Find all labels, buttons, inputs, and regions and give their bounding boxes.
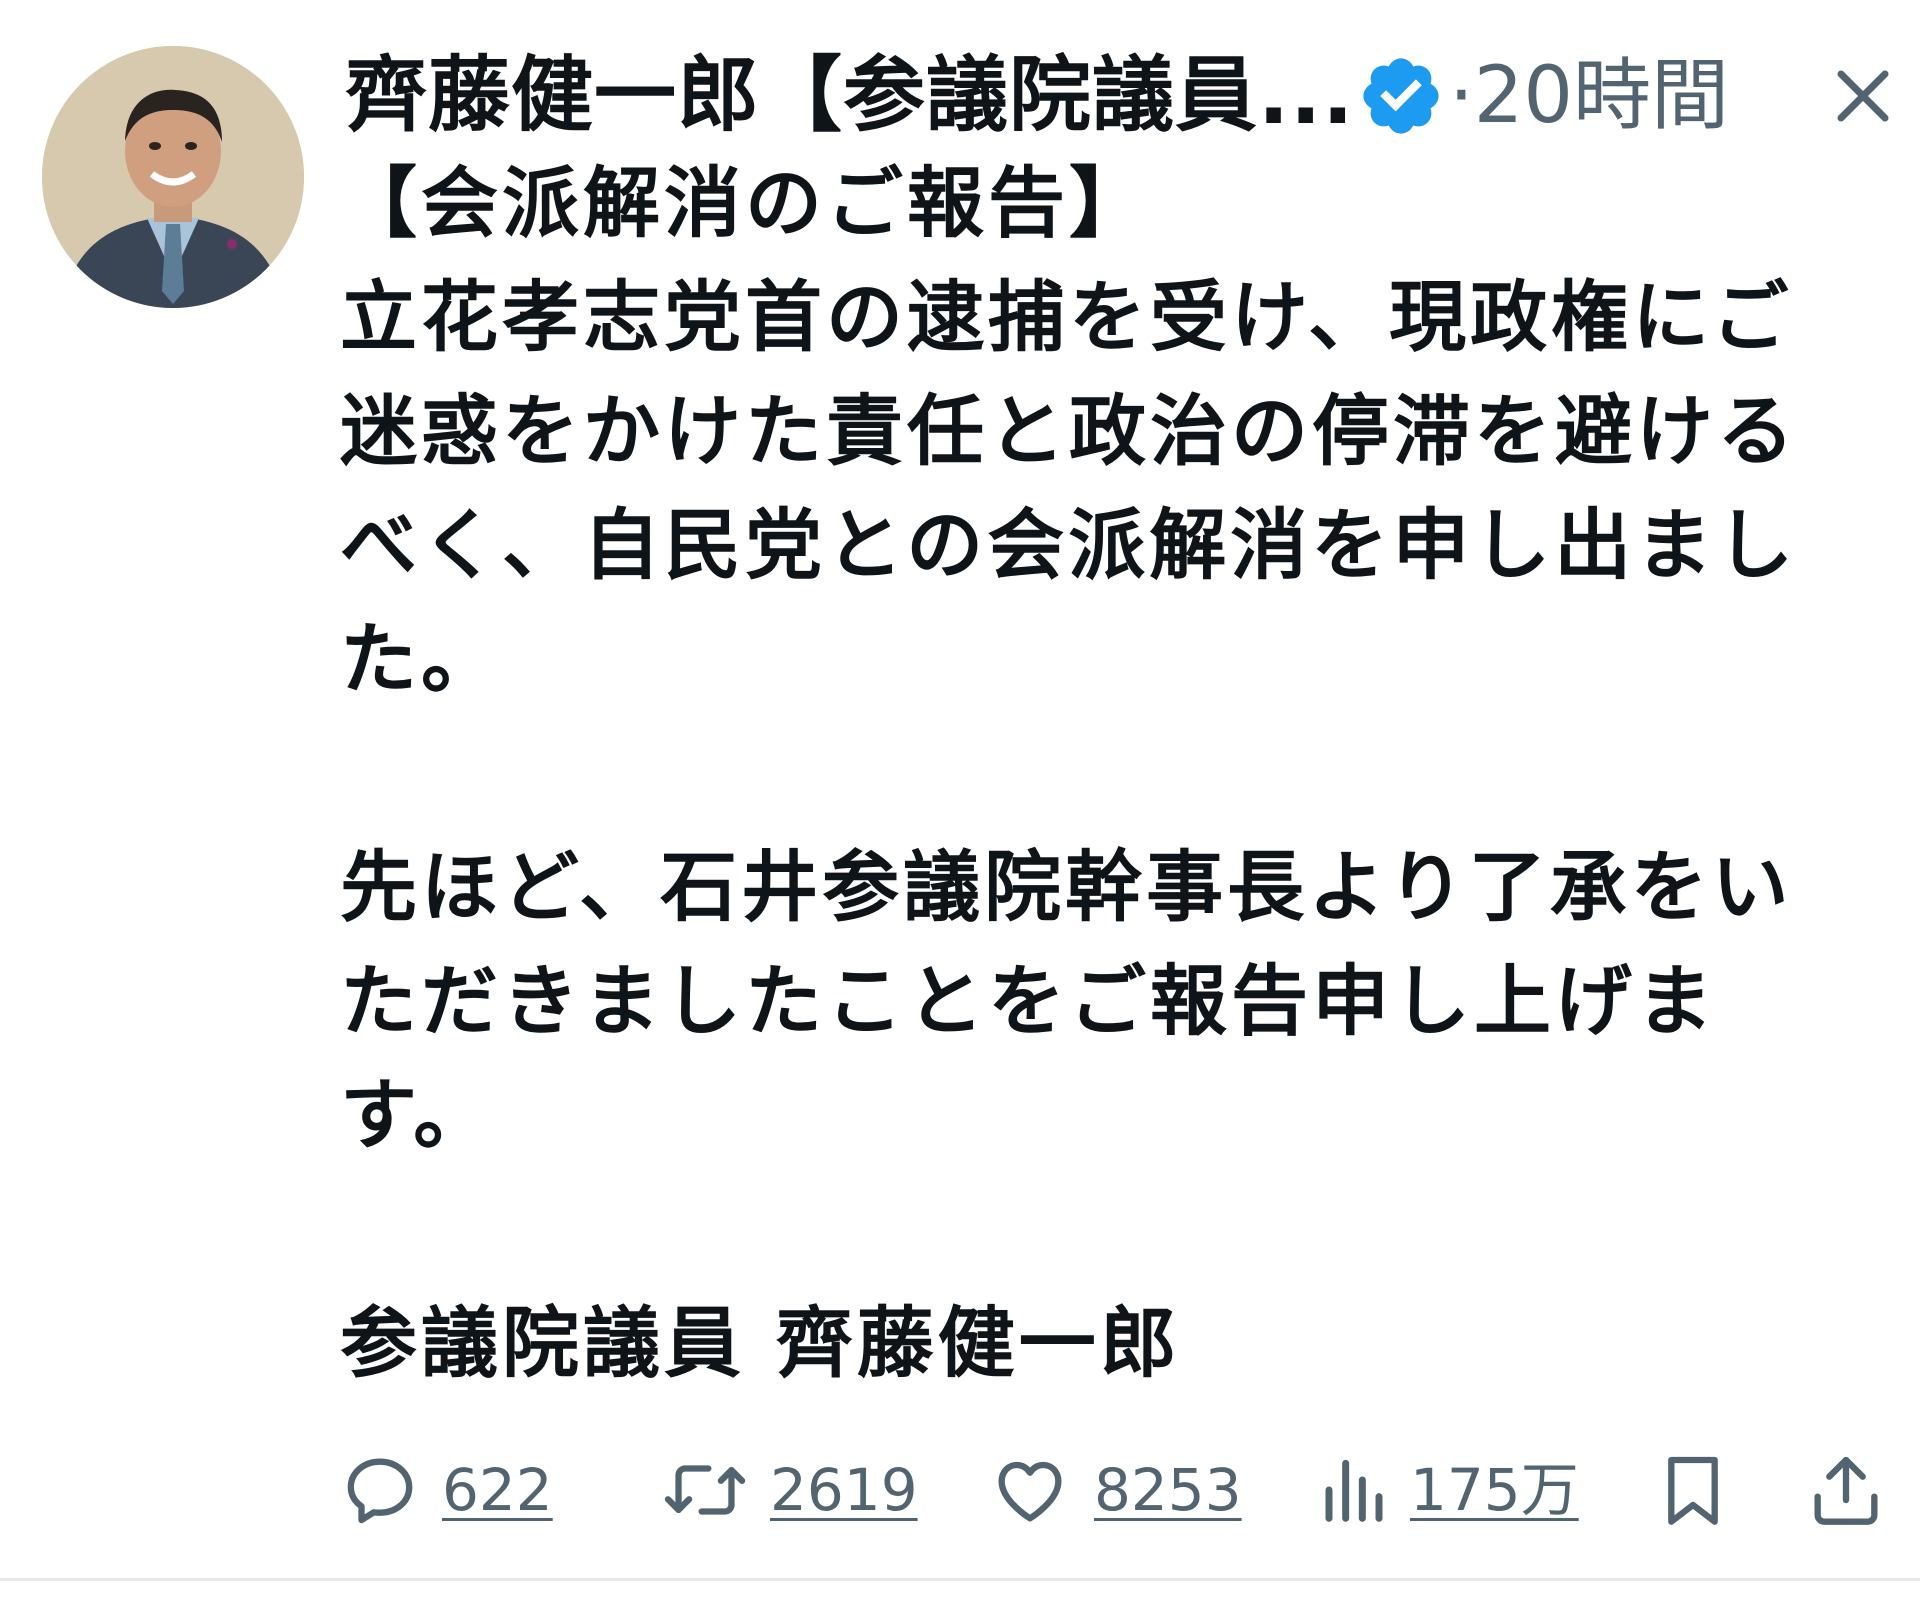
close-icon[interactable] [1823,56,1903,136]
tweet-text: 【会派解消のご報告】 立花孝志党首の逮捕を受け、現政権にご 迷惑をかけた責任と政… [340,160,1798,1389]
avatar-portrait-icon [42,46,304,308]
divider [0,1578,1920,1581]
bookmark-button[interactable] [1658,1440,1728,1540]
share-button[interactable] [1808,1440,1884,1540]
views-chart-icon [1325,1459,1383,1522]
like-count: 8253 [1094,1456,1242,1524]
share-icon [1814,1456,1878,1525]
retweet-count: 2619 [770,1456,918,1524]
retweet-button[interactable]: 2619 [662,1440,918,1540]
reply-count: 622 [442,1456,553,1524]
timestamp[interactable]: ·20時間 [1449,46,1729,146]
bookmark-icon [1668,1456,1718,1525]
reply-icon [347,1458,413,1524]
like-button[interactable]: 8253 [988,1440,1242,1540]
tweet: 齊藤健一郎【参議院議員... ·20時間 【会派解消のご報告】 立花孝志党首の逮… [0,0,1920,1607]
avatar[interactable] [42,46,304,308]
author-name[interactable]: 齊藤健一郎【参議院議員... [345,46,1354,146]
tweet-actions: 622 2619 8253 175万 [340,1440,1890,1540]
views-count: 175万 [1410,1456,1579,1524]
retweet-icon [664,1465,746,1515]
heart-icon [998,1461,1062,1522]
views-button[interactable]: 175万 [1320,1440,1579,1540]
reply-button[interactable]: 622 [340,1440,553,1540]
verified-badge-icon [1363,58,1439,134]
tweet-header: 齊藤健一郎【参議院議員... ·20時間 [345,34,1895,154]
